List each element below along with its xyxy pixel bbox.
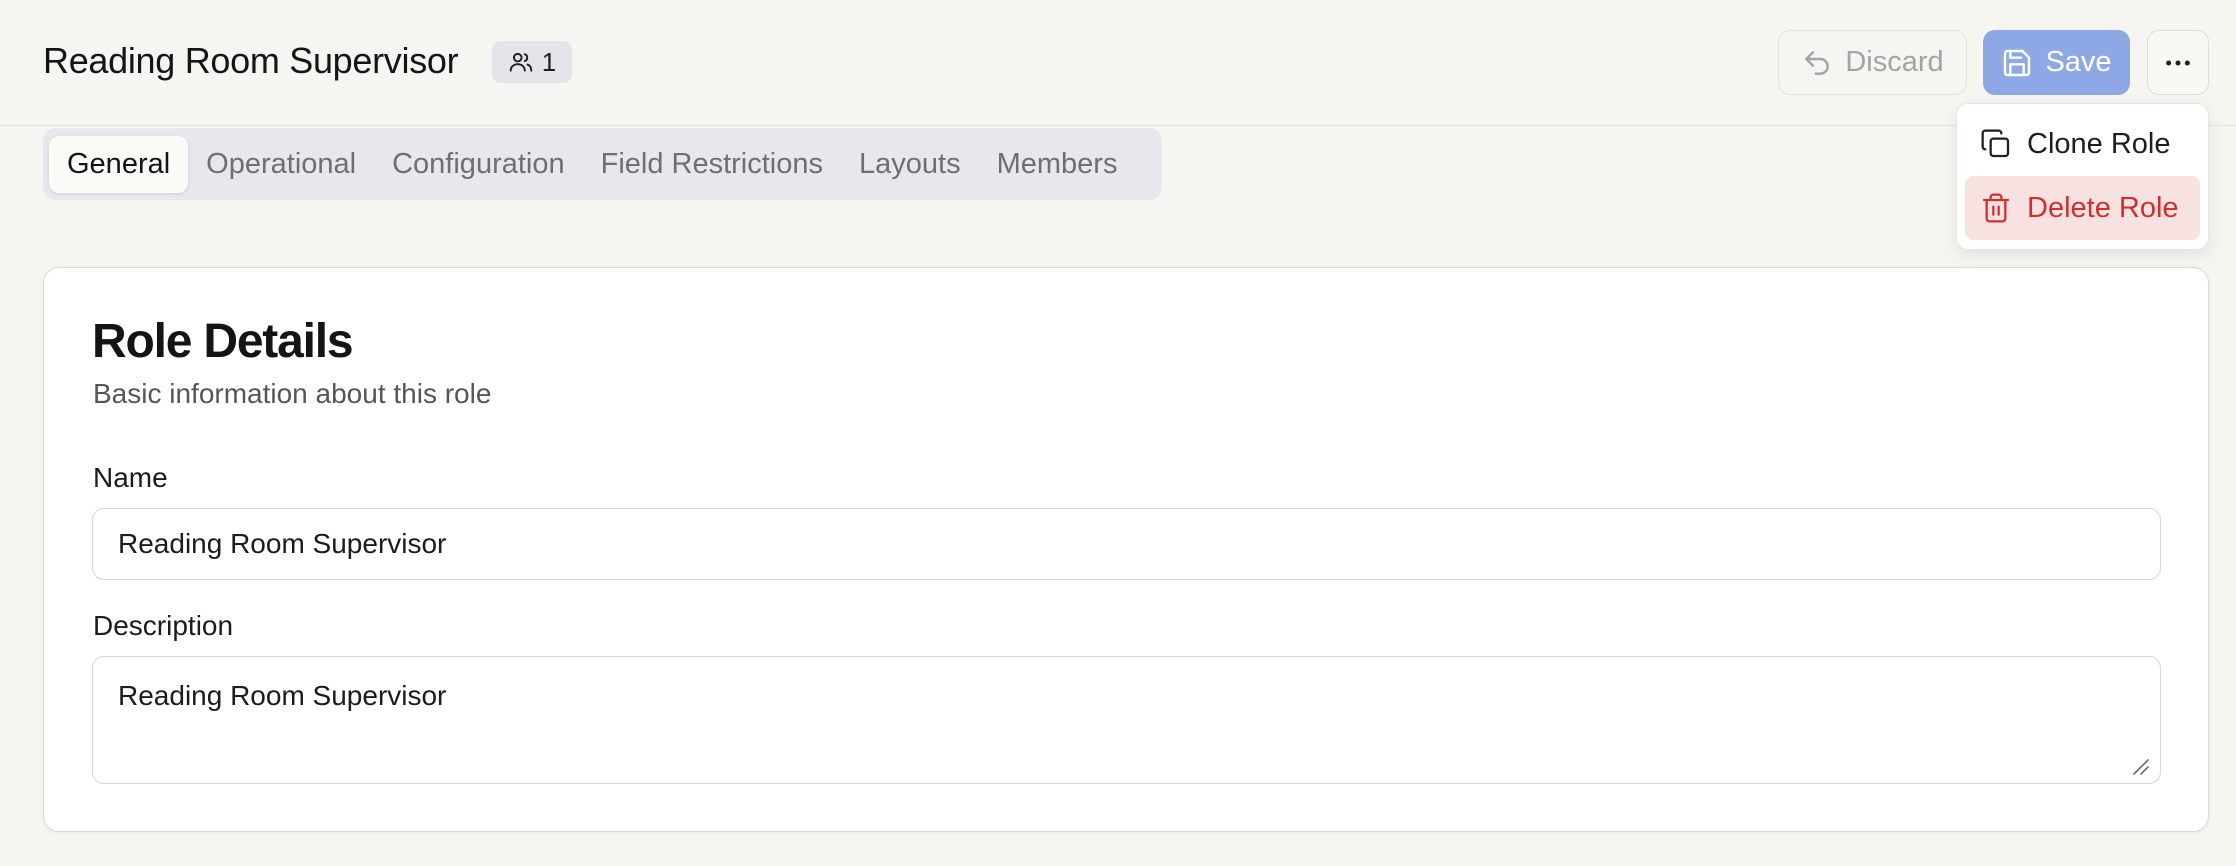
member-count-badge[interactable]: 1: [492, 41, 572, 83]
name-label: Name: [93, 462, 168, 493]
resize-handle-icon[interactable]: [2128, 754, 2150, 776]
discard-label: Discard: [1845, 46, 1944, 78]
card-subtitle: Basic information about this role: [93, 378, 492, 409]
tab-configuration[interactable]: Configuration: [374, 136, 583, 193]
users-icon: [509, 52, 533, 72]
more-horizontal-icon: [2166, 59, 2190, 66]
copy-icon: [1981, 129, 2010, 158]
tab-general[interactable]: General: [49, 135, 189, 193]
trash-icon: [1982, 193, 2010, 223]
save-button[interactable]: Save: [1983, 30, 2130, 95]
tab-layouts[interactable]: Layouts: [841, 136, 979, 193]
clone-role-label: Clone Role: [2027, 127, 2171, 160]
role-details-card: Role Details Basic information about thi…: [43, 267, 2209, 832]
tab-operational[interactable]: Operational: [188, 136, 374, 193]
delete-role-label: Delete Role: [2027, 191, 2179, 224]
description-textarea[interactable]: Reading Room Supervisor: [92, 656, 2161, 784]
page-title: Reading Room Supervisor: [43, 40, 459, 81]
tab-bar: General Operational Configuration Field …: [43, 128, 1162, 200]
tab-field-restrictions[interactable]: Field Restrictions: [583, 136, 841, 193]
undo-icon: [1805, 50, 1830, 75]
member-count: 1: [541, 46, 557, 77]
name-input[interactable]: [92, 508, 2161, 580]
floppy-disk-icon: [2004, 49, 2031, 76]
more-options-button[interactable]: [2147, 30, 2209, 95]
more-options-menu: Clone Role Delete Role: [1956, 103, 2209, 250]
tab-members[interactable]: Members: [979, 136, 1136, 193]
clone-role-menu-item[interactable]: Clone Role: [1965, 112, 2200, 176]
page-header: Reading Room Supervisor 1 Discard Save: [0, 0, 2236, 126]
save-label: Save: [2045, 46, 2112, 78]
discard-button[interactable]: Discard: [1778, 30, 1967, 95]
description-label: Description: [93, 610, 234, 641]
card-title: Role Details: [92, 315, 354, 368]
delete-role-menu-item[interactable]: Delete Role: [1965, 176, 2200, 240]
